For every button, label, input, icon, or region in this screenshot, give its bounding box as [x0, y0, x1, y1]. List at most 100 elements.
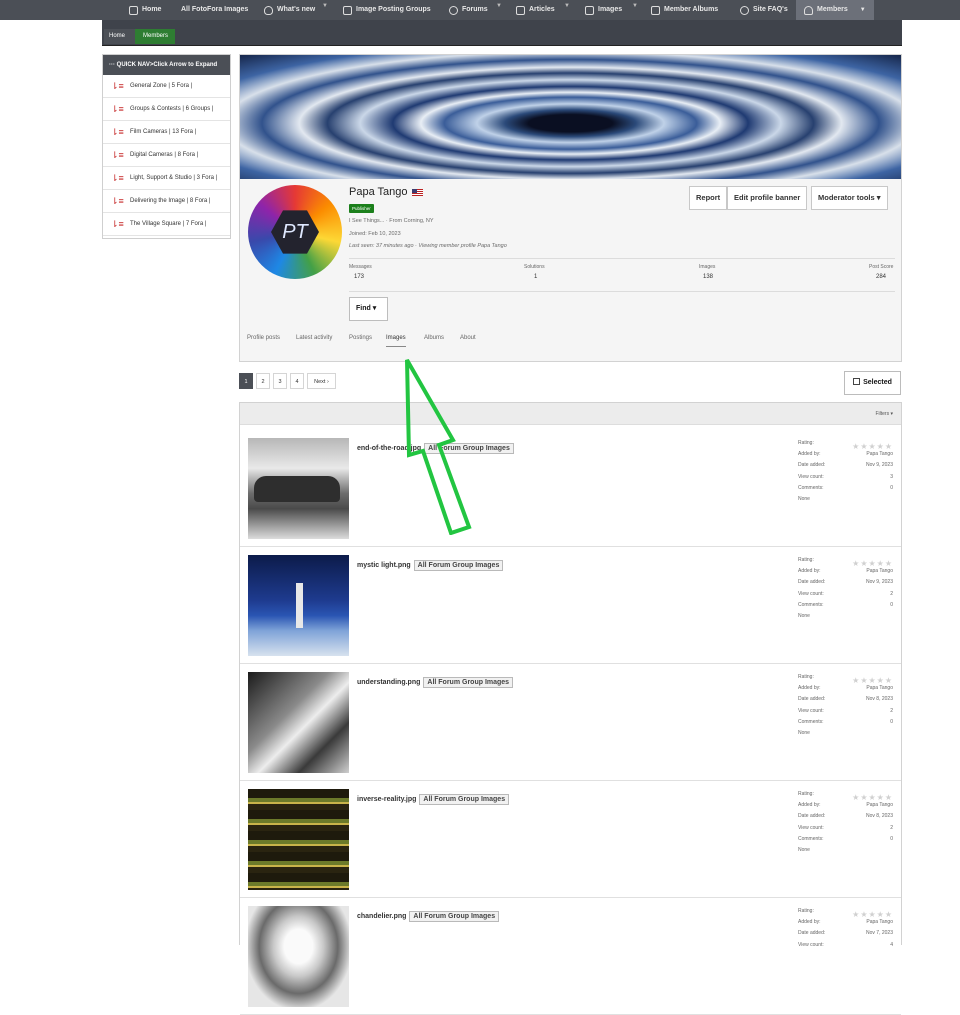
image-list: Filters ▾ end-of-the-road.jpg All Forum G… — [239, 402, 902, 1015]
image-thumbnail[interactable] — [248, 438, 349, 539]
sort-arrow-icon[interactable]: ⇂≡ — [111, 196, 124, 206]
image-thumbnail[interactable] — [248, 789, 349, 890]
breadcrumb-home[interactable]: Home — [104, 29, 135, 44]
breadcrumb-members[interactable]: Members — [135, 29, 175, 44]
category-tag[interactable]: All Forum Group Images — [409, 911, 500, 922]
checkbox-icon — [853, 378, 861, 385]
added-by-label: Added by: — [798, 568, 821, 574]
chevron-down-icon[interactable]: ▼ — [496, 3, 502, 9]
category-tag[interactable]: All Forum Group Images — [419, 794, 510, 805]
image-title[interactable]: inverse-reality.jpg All Forum Group Image… — [357, 794, 510, 805]
image-thumbnail[interactable] — [248, 672, 349, 773]
stat-images-value[interactable]: 138 — [703, 274, 713, 280]
book-icon — [516, 5, 525, 15]
date-added-value: Nov 8, 2023 — [866, 696, 893, 702]
page-next[interactable]: Next › — [307, 373, 336, 389]
view-count-label: View count: — [798, 591, 824, 597]
sidebar-item-village-square[interactable]: ⇂≡ The Village Square | 7 Fora | — [103, 213, 230, 236]
image-title[interactable]: end-of-the-road.jpg All Forum Group Image… — [357, 443, 514, 454]
image-title[interactable]: chandelier.png All Forum Group Images — [357, 911, 500, 922]
page-3[interactable]: 3 — [273, 373, 287, 389]
category-tag[interactable]: All Forum Group Images — [413, 560, 504, 571]
added-by-label: Added by: — [798, 685, 821, 691]
chevron-down-icon[interactable]: ▼ — [322, 3, 328, 9]
nav-image-posting-groups[interactable]: Image Posting Groups — [343, 0, 431, 20]
rating-stars[interactable]: ★★★★★ — [852, 911, 893, 919]
sidebar-item-groups-contests[interactable]: ⇂≡ Groups & Contests | 6 Groups | — [103, 98, 230, 121]
nav-all-fotofora-images[interactable]: All FotoFora Images — [181, 0, 248, 20]
rating-stars[interactable]: ★★★★★ — [852, 794, 893, 802]
added-by-value[interactable]: Papa Tango — [866, 568, 893, 574]
image-title[interactable]: mystic light.png All Forum Group Images — [357, 560, 504, 571]
nav-member-albums[interactable]: Member Albums — [651, 0, 718, 20]
nav-members[interactable]: Members ▼ — [796, 0, 874, 20]
avatar[interactable]: PT — [248, 185, 342, 279]
sort-arrow-icon[interactable]: ⇂≡ — [111, 127, 124, 137]
tab-images[interactable]: Images — [386, 335, 406, 347]
comments-value: 0 — [890, 602, 893, 608]
sidebar-item-general-zone[interactable]: ⇂≡ General Zone | 5 Fora | — [103, 75, 230, 98]
category-tag[interactable]: All Forum Group Images — [423, 677, 514, 688]
rating-stars[interactable]: ★★★★★ — [852, 443, 893, 451]
nav-articles[interactable]: Articles — [516, 0, 555, 20]
selected-button[interactable]: Selected — [844, 371, 901, 395]
stat-solutions-value[interactable]: 1 — [534, 274, 537, 280]
category-tag[interactable]: All Forum Group Images — [424, 443, 514, 454]
page-4[interactable]: 4 — [290, 373, 304, 389]
page-1[interactable]: 1 — [239, 373, 253, 389]
nav-images[interactable]: Images — [585, 0, 622, 20]
sidebar-item-light-support-studio[interactable]: ⇂≡ Light, Support & Studio | 3 Fora | — [103, 167, 230, 190]
nav-forums[interactable]: Forums — [449, 0, 488, 20]
added-by-value[interactable]: Papa Tango — [866, 802, 893, 808]
report-button[interactable]: Report — [689, 186, 728, 210]
image-thumbnail[interactable] — [248, 906, 349, 1007]
image-title[interactable]: understanding.png All Forum Group Images — [357, 677, 514, 688]
tab-albums[interactable]: Albums — [424, 335, 444, 341]
image-thumbnail[interactable] — [248, 555, 349, 656]
chevron-down-icon[interactable]: ▼ — [632, 3, 638, 9]
filters-button[interactable]: Filters ▾ — [240, 403, 901, 425]
added-by-value[interactable]: Papa Tango — [866, 919, 893, 925]
list-item: chandelier.png All Forum Group Images ★★★… — [240, 898, 901, 1015]
profile-banner — [240, 55, 901, 179]
nav-site-faqs[interactable]: Site FAQ's — [740, 0, 788, 20]
sidebar-item-digital-cameras[interactable]: ⇂≡ Digital Cameras | 8 Fora | — [103, 144, 230, 167]
stat-post-score-value[interactable]: 284 — [876, 274, 886, 280]
sidebar-item-film-cameras[interactable]: ⇂≡ Film Cameras | 13 Fora | — [103, 121, 230, 144]
tab-postings[interactable]: Postings — [349, 335, 372, 341]
list-item: inverse-reality.jpg All Forum Group Image… — [240, 781, 901, 898]
quick-nav-header[interactable]: ··· QUICK NAV>Click Arrow to Expand — [103, 55, 230, 75]
view-count-label: View count: — [798, 825, 824, 831]
us-flag-icon — [411, 188, 423, 196]
chevron-down-icon[interactable]: ▼ — [860, 1, 866, 19]
tab-latest-activity[interactable]: Latest activity — [296, 335, 332, 341]
view-count-label: View count: — [798, 942, 824, 948]
tab-about[interactable]: About — [460, 335, 476, 341]
view-count-value: 3 — [890, 474, 893, 480]
comments-label: Comments: — [798, 836, 824, 842]
added-by-value[interactable]: Papa Tango — [866, 685, 893, 691]
find-button[interactable]: Find ▾ — [349, 297, 388, 321]
chevron-down-icon[interactable]: ▼ — [564, 3, 570, 9]
stat-post-score-label: Post Score — [869, 264, 894, 270]
sort-arrow-icon[interactable]: ⇂≡ — [111, 219, 124, 229]
nav-whats-new[interactable]: What's new — [264, 0, 315, 20]
added-by-value[interactable]: Papa Tango — [866, 451, 893, 457]
edit-profile-banner-button[interactable]: Edit profile banner — [727, 186, 808, 210]
sort-arrow-icon[interactable]: ⇂≡ — [111, 173, 124, 183]
page-2[interactable]: 2 — [256, 373, 270, 389]
tags-none: None — [798, 847, 810, 853]
sort-arrow-icon[interactable]: ⇂≡ — [111, 104, 124, 114]
sidebar-item-delivering-the-image[interactable]: ⇂≡ Delivering the Image | 8 Fora | — [103, 190, 230, 213]
tab-profile-posts[interactable]: Profile posts — [247, 335, 280, 341]
rating-stars[interactable]: ★★★★★ — [852, 677, 893, 685]
sort-arrow-icon[interactable]: ⇂≡ — [111, 150, 124, 160]
rating-stars[interactable]: ★★★★★ — [852, 560, 893, 568]
nav-home[interactable]: Home — [129, 0, 161, 20]
avatar-initials: PT — [271, 210, 319, 254]
stat-messages-value[interactable]: 173 — [354, 274, 364, 280]
home-icon — [129, 5, 138, 15]
moderator-tools-button[interactable]: Moderator tools ▾ — [811, 186, 888, 210]
divider — [349, 258, 895, 259]
sort-arrow-icon[interactable]: ⇂≡ — [111, 81, 124, 91]
